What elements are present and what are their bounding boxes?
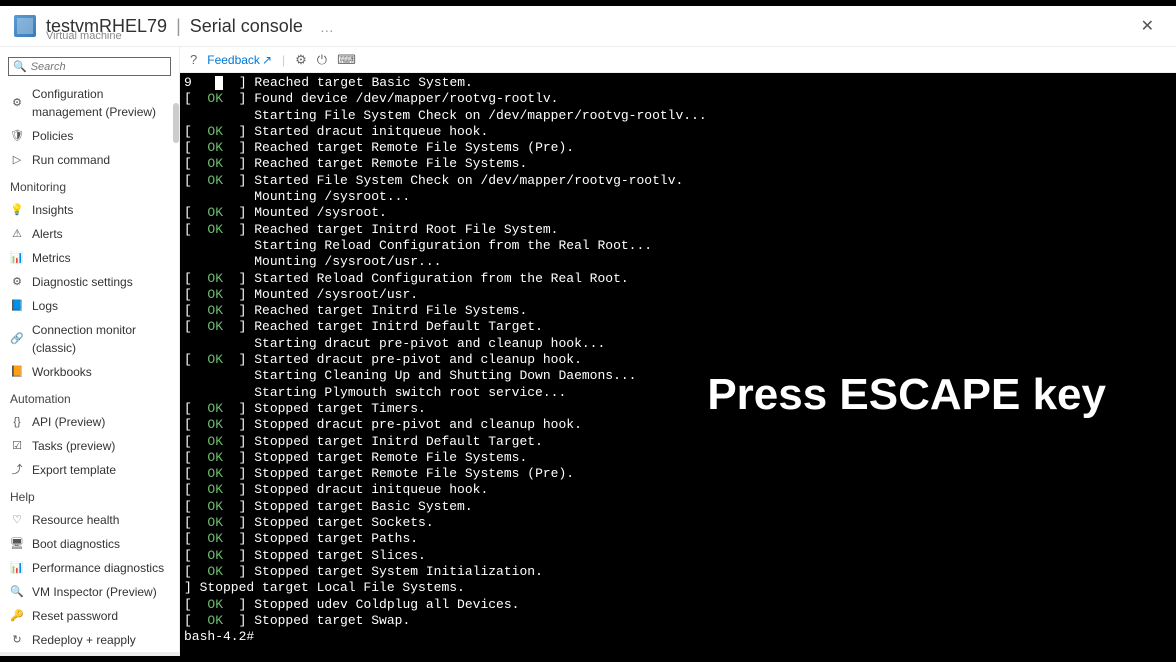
sidebar-item[interactable]: 🖥 Boot diagnostics [0,532,179,556]
nav-icon: 📘 [10,299,24,313]
nav-label: Export template [32,461,116,479]
sidebar-item[interactable]: 📙 Workbooks [0,360,179,384]
nav-icon: 🔗 [10,332,24,346]
nav-label: Configuration management (Preview) [32,85,169,121]
nav-section-header: Help [0,482,179,508]
power-icon[interactable]: ⏻ [317,52,327,68]
nav-label: Logs [32,297,58,315]
nav-icon: ⚙ [10,96,24,110]
nav-section-header: Monitoring [0,172,179,198]
feedback-button[interactable]: Feedback↗ [207,53,272,67]
search-input[interactable] [31,61,166,73]
nav-label: Performance diagnostics [32,559,164,577]
nav-label: Policies [32,127,73,145]
nav-label: Tasks (preview) [32,437,115,455]
search-icon: 🔍 [13,60,27,73]
nav-icon: ⚙ [10,275,24,289]
sidebar-item[interactable]: 🔑 Reset password [0,604,179,628]
scrollbar-thumb[interactable] [173,103,179,143]
nav-icon: 🖥 [10,537,24,551]
nav-label: API (Preview) [32,413,105,431]
nav-icon: ♡ [10,513,24,527]
sidebar-item[interactable]: 🛡 Policies [0,124,179,148]
nav-icon: ⤴ [10,463,24,477]
search-box[interactable]: 🔍 [8,57,171,76]
nav-label: Run command [32,151,110,169]
nav-icon: 📊 [10,561,24,575]
nav-icon: {} [10,415,24,429]
sidebar-item[interactable]: ♡ Resource health [0,508,179,532]
sidebar-item[interactable]: ▷ Run command [0,148,179,172]
nav-section-header: Automation [0,384,179,410]
nav-icon: 📙 [10,365,24,379]
nav-icon: 🔑 [10,609,24,623]
more-icon[interactable]: … [320,19,334,35]
nav-label: Alerts [32,225,63,243]
close-button[interactable]: ✕ [1133,12,1162,40]
nav-icon: 🛡 [10,129,24,143]
sidebar-item[interactable]: {} API (Preview) [0,410,179,434]
vm-icon [14,15,36,37]
serial-console-output[interactable]: 9 ] Reached target Basic System. [ OK ] … [180,73,1176,661]
sidebar-item[interactable]: ⤴ Export template [0,458,179,482]
sidebar-item[interactable]: ☑ Tasks (preview) [0,434,179,458]
sidebar-item[interactable]: ⚙ Diagnostic settings [0,270,179,294]
nav-label: VM Inspector (Preview) [32,583,157,601]
sidebar-item[interactable]: 📊 Performance diagnostics [0,556,179,580]
resource-type: Virtual machine [46,30,122,42]
nav-label: Connection monitor (classic) [32,321,169,357]
nav-icon: 🔍 [10,585,24,599]
nav-icon: ↻ [10,633,24,647]
sidebar-item[interactable]: ⚙ Configuration management (Preview) [0,82,179,124]
nav-label: Diagnostic settings [32,273,133,291]
nav-icon: 📊 [10,251,24,265]
nav-label: Metrics [32,249,71,267]
nav-icon: ▷ [10,153,24,167]
help-icon[interactable]: ? [190,52,197,67]
sidebar-item[interactable]: 🔗 Connection monitor (classic) [0,318,179,360]
keyboard-icon[interactable]: ⌨ [337,52,356,68]
sidebar-item[interactable]: 📘 Logs [0,294,179,318]
nav-icon: ☑ [10,439,24,453]
nav-label: Boot diagnostics [32,535,120,553]
nav-icon: ⚠ [10,227,24,241]
nav-label: Insights [32,201,73,219]
sidebar-item[interactable]: ⚠ Alerts [0,222,179,246]
toolbar: ? Feedback↗ | ⚙ ⏻ ⌨ [180,47,1176,73]
nav-label: Resource health [32,511,119,529]
sidebar-item[interactable]: 💡 Insights [0,198,179,222]
nav-label: Workbooks [32,363,92,381]
nav-label: Redeploy + reapply [32,631,136,649]
sidebar-item[interactable]: 📊 Metrics [0,246,179,270]
sidebar-item[interactable]: 🔍 VM Inspector (Preview) [0,580,179,604]
sidebar: 🔍 ⚙ Configuration management (Preview) 🛡 Po… [0,47,180,661]
settings-icon[interactable]: ⚙ [295,52,307,68]
sidebar-item[interactable]: ↻ Redeploy + reapply [0,628,179,652]
nav-icon: 💡 [10,203,24,217]
nav-label: Reset password [32,607,118,625]
blade-header: testvmRHEL79 | Serial console … Virtual … [0,6,1176,47]
